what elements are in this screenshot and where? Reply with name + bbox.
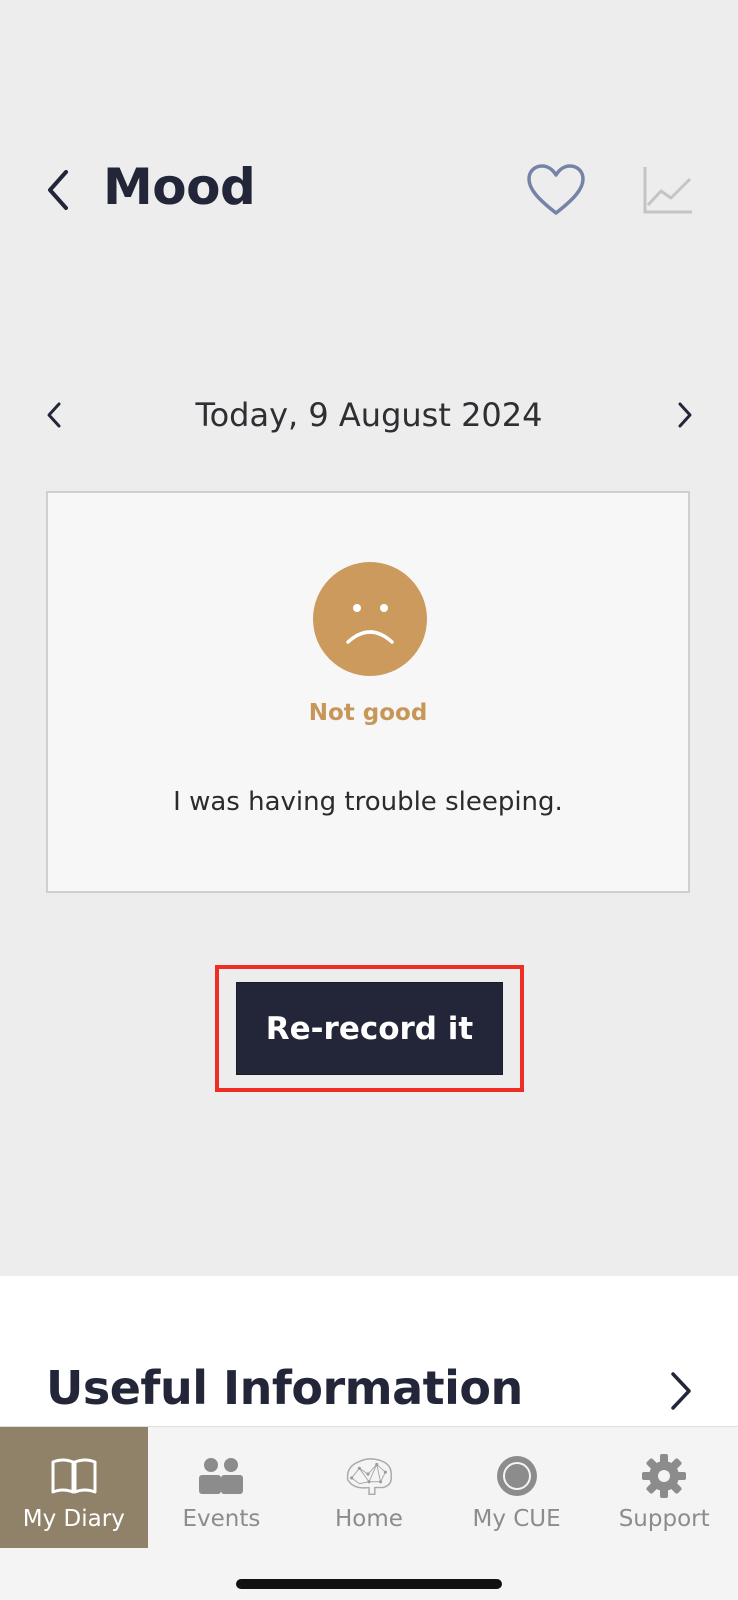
header: Mood — [0, 140, 738, 240]
gear-icon — [637, 1453, 691, 1499]
mood-entry-card: Not good I was having trouble sleeping. — [46, 491, 690, 893]
home-indicator[interactable] — [236, 1579, 502, 1589]
chart-button[interactable] — [638, 160, 698, 220]
chevron-left-icon — [48, 170, 68, 210]
back-button[interactable] — [38, 165, 78, 215]
useful-information-link[interactable] — [656, 1366, 706, 1416]
chevron-right-icon — [678, 402, 692, 428]
line-chart-icon — [643, 167, 692, 214]
ring-icon — [490, 1453, 544, 1499]
rerecord-button[interactable]: Re-record it — [236, 982, 503, 1075]
date-label: Today, 9 August 2024 — [195, 396, 543, 434]
tab-label: My Diary — [22, 1506, 125, 1532]
tab-events[interactable]: Events — [148, 1427, 296, 1549]
mood-label: Not good — [308, 700, 428, 726]
date-navigator: Today, 9 August 2024 — [0, 385, 738, 445]
tab-label: My CUE — [472, 1506, 561, 1532]
chevron-right-icon — [671, 1372, 691, 1410]
bottom-tab-bar: My Diary Events Home My CUE Support — [0, 1426, 738, 1549]
tab-label: Home — [335, 1506, 403, 1532]
chevron-left-icon — [47, 402, 61, 428]
previous-day-button[interactable] — [34, 393, 74, 437]
brain-icon — [342, 1453, 396, 1499]
home-indicator-area — [0, 1548, 738, 1600]
tab-home[interactable]: Home — [295, 1427, 443, 1549]
heart-icon — [527, 164, 585, 215]
tab-label: Events — [182, 1506, 261, 1532]
useful-information-section: Useful Information — [0, 1276, 738, 1426]
mood-screen: Mood Today, 9 August 2024 Not good I was… — [0, 0, 738, 1276]
next-day-button[interactable] — [665, 393, 705, 437]
sad-face-icon — [313, 562, 427, 676]
tab-my-cue[interactable]: My CUE — [443, 1427, 591, 1549]
section-title: Useful Information — [46, 1361, 523, 1415]
tab-my-diary[interactable]: My Diary — [0, 1427, 148, 1549]
page-title: Mood — [103, 158, 256, 216]
tab-support[interactable]: Support — [590, 1427, 738, 1549]
tab-label: Support — [618, 1506, 710, 1532]
favorite-button[interactable] — [524, 160, 588, 220]
mood-note: I was having trouble sleeping. — [173, 787, 563, 817]
people-icon — [194, 1453, 248, 1499]
open-book-icon — [47, 1453, 101, 1499]
